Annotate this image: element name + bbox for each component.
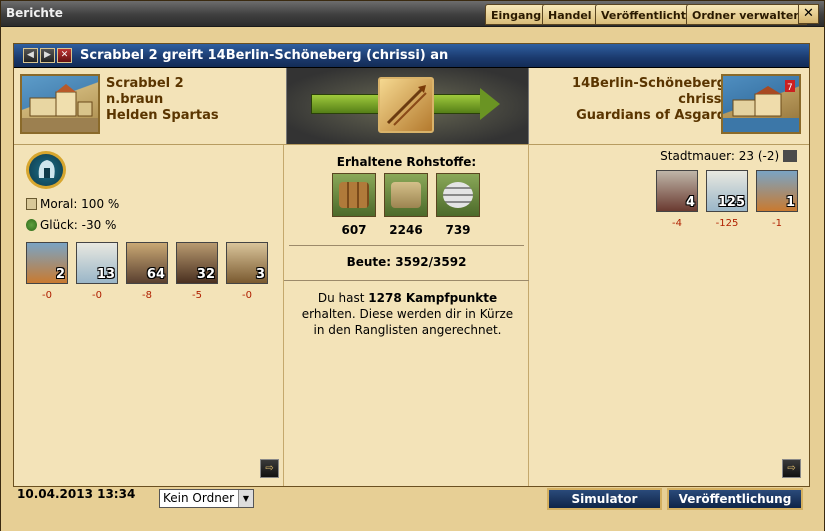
unit-count: 125 bbox=[717, 195, 745, 210]
battle-banner bbox=[286, 68, 529, 144]
unit-sword-icon[interactable]: 4 bbox=[656, 170, 698, 212]
attack-arrowhead bbox=[480, 88, 500, 120]
unit-count: 3 bbox=[255, 267, 265, 282]
resources-heading: Erhaltene Rohstoffe: bbox=[336, 155, 477, 169]
unit-loss: -4 bbox=[672, 218, 682, 229]
wood-amount: 607 bbox=[341, 223, 367, 237]
unit-loss: -5 bbox=[192, 290, 202, 301]
forward-units-icon[interactable]: ⇨ bbox=[782, 459, 801, 478]
wood-icon bbox=[332, 173, 376, 217]
report-body: Moral: 100 % Glück: -30 % 2 13 64 32 3 -… bbox=[14, 145, 809, 486]
unit-catapult-icon[interactable]: 3 bbox=[226, 242, 268, 284]
title-bar: Berichte Eingang Handel Veröffentlicht O… bbox=[1, 1, 824, 27]
window-title: Berichte bbox=[6, 6, 63, 20]
simulator-button[interactable]: Simulator bbox=[547, 488, 662, 510]
tab-ordner-verwalten[interactable]: Ordner verwalten bbox=[686, 4, 808, 25]
unit-count: 32 bbox=[196, 267, 215, 282]
defender-town-link[interactable]: 14Berlin-Schöneberg bbox=[572, 76, 726, 92]
publish-button[interactable]: Veröffentlichung bbox=[667, 488, 803, 510]
unit-fire-ship-icon[interactable]: 2 bbox=[26, 242, 68, 284]
report-window: Berichte Eingang Handel Veröffentlicht O… bbox=[0, 0, 825, 531]
unit-count: 2 bbox=[55, 267, 65, 282]
unit-loss: -1 bbox=[772, 218, 782, 229]
unit-hoplite-icon[interactable]: 64 bbox=[126, 242, 168, 284]
attacker-town-image[interactable] bbox=[20, 74, 100, 134]
unit-count: 1 bbox=[785, 195, 795, 210]
message-prefix: Du hast bbox=[317, 291, 369, 305]
defender-player-link[interactable]: chrissi bbox=[572, 92, 726, 108]
folder-select-value: Kein Ordner bbox=[163, 491, 235, 505]
next-report-icon[interactable]: ▶ bbox=[40, 48, 55, 63]
defender-town-image[interactable]: 7 bbox=[721, 74, 801, 134]
attacker-info: Scrabbel 2 n.braun Helden Spartas bbox=[106, 76, 219, 124]
report-header: ◀ ▶ ✕ Scrabbel 2 greift 14Berlin-Schöneb… bbox=[14, 44, 809, 68]
hero-helmet-icon[interactable] bbox=[26, 151, 66, 189]
luck-stat: Glück: -30 % bbox=[26, 218, 116, 232]
unit-loss: -0 bbox=[92, 290, 102, 301]
result-column: Erhaltene Rohstoffe: 607 2246 739 Beute:… bbox=[284, 145, 529, 486]
attacker-town-link[interactable]: Scrabbel 2 bbox=[106, 76, 219, 92]
previous-report-icon[interactable]: ◀ bbox=[23, 48, 38, 63]
unit-fire-ship-icon[interactable]: 1 bbox=[756, 170, 798, 212]
delete-report-icon[interactable]: ✕ bbox=[57, 48, 72, 63]
close-icon[interactable]: ✕ bbox=[798, 4, 819, 24]
battle-points: 1278 Kampfpunkte bbox=[368, 291, 498, 305]
loot-label: Beute: 3592/3592 bbox=[346, 255, 467, 269]
message-suffix: erhalten. Diese werden dir in Kürze in d… bbox=[301, 307, 514, 337]
defender-info: 14Berlin-Schöneberg chrissi Guardians of… bbox=[572, 76, 726, 124]
defender-alliance-link[interactable]: Guardians of Asgard bbox=[572, 108, 726, 124]
unit-count: 64 bbox=[146, 267, 165, 282]
unit-loss: -0 bbox=[242, 290, 252, 301]
unit-horseman-icon[interactable]: 32 bbox=[176, 242, 218, 284]
chevron-down-icon[interactable]: ▼ bbox=[238, 490, 253, 507]
folder-select[interactable]: Kein Ordner ▼ bbox=[159, 489, 254, 508]
footer-bar: 10.04.2013 13:34 Kein Ordner ▼ Simulator … bbox=[1, 487, 824, 531]
clover-icon bbox=[26, 219, 37, 231]
defender-column: Stadtmauer: 23 (-2) 4 125 1 -4 -125 -1 ⇨ bbox=[529, 145, 809, 486]
stone-icon bbox=[384, 173, 428, 217]
stone-amount: 2246 bbox=[389, 223, 423, 237]
battle-points-message: Du hast 1278 Kampfpunkte erhalten. Diese… bbox=[300, 290, 515, 338]
wall-icon bbox=[783, 150, 797, 162]
unit-loss: -125 bbox=[715, 218, 739, 229]
wall-label: Stadtmauer: 23 (-2) bbox=[660, 149, 780, 163]
tab-veroeffentlicht[interactable]: Veröffentlicht bbox=[595, 4, 692, 25]
unit-transport-ship-icon[interactable]: 13 bbox=[76, 242, 118, 284]
unit-transport-ship-icon[interactable]: 125 bbox=[706, 170, 748, 212]
report-date: 10.04.2013 13:34 bbox=[17, 487, 136, 501]
city-wall-stat: Stadtmauer: 23 (-2) bbox=[660, 149, 797, 163]
moral-label: Moral: 100 % bbox=[40, 197, 120, 211]
unit-loss: -8 bbox=[142, 290, 152, 301]
report-title: Scrabbel 2 greift 14Berlin-Schöneberg (c… bbox=[80, 48, 449, 63]
silver-amount: 739 bbox=[445, 223, 471, 237]
participants-row: Scrabbel 2 n.braun Helden Spartas 14Berl… bbox=[14, 68, 809, 145]
forward-units-icon[interactable]: ⇨ bbox=[260, 459, 279, 478]
unit-loss: -0 bbox=[42, 290, 52, 301]
attacker-player-link[interactable]: n.braun bbox=[106, 92, 219, 108]
tab-eingang[interactable]: Eingang bbox=[485, 4, 548, 25]
luck-label: Glück: -30 % bbox=[40, 218, 117, 232]
unit-count: 4 bbox=[685, 195, 695, 210]
attack-spear-icon bbox=[378, 77, 434, 133]
silver-icon bbox=[436, 173, 480, 217]
attacker-column: Moral: 100 % Glück: -30 % 2 13 64 32 3 -… bbox=[14, 145, 284, 486]
moral-stat: Moral: 100 % bbox=[26, 197, 119, 211]
scroll-icon bbox=[26, 198, 37, 210]
tab-handel[interactable]: Handel bbox=[542, 4, 598, 25]
unit-count: 13 bbox=[96, 267, 115, 282]
attacker-alliance-link[interactable]: Helden Spartas bbox=[106, 108, 219, 124]
svg-text:7: 7 bbox=[787, 83, 793, 93]
divider bbox=[284, 280, 529, 281]
report-panel: ◀ ▶ ✕ Scrabbel 2 greift 14Berlin-Schöneb… bbox=[13, 43, 810, 487]
divider bbox=[289, 245, 524, 246]
